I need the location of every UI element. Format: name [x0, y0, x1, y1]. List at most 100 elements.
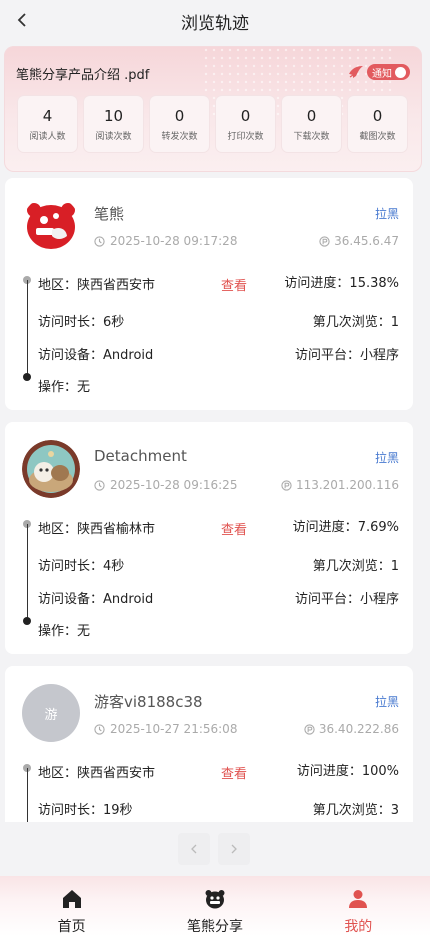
device-row: 访问设备：Android	[38, 588, 153, 607]
action-row: 操作：无	[38, 376, 90, 395]
tab-home[interactable]: 首页	[0, 876, 143, 936]
timeline-line	[27, 768, 28, 822]
duration-row: 访问时长：6秒	[38, 311, 124, 330]
stat-value: 4	[42, 107, 53, 125]
block-button[interactable]: 拉黑	[375, 693, 399, 710]
document-summary-card: 笔熊分享产品介绍 .pdf 通知 4 阅读人数 10 阅读次数 0 转发次数 0 打印次…	[4, 46, 422, 172]
tab-mine[interactable]: 我的	[287, 876, 430, 936]
avatar	[22, 440, 80, 498]
next-page-button[interactable]	[218, 833, 250, 865]
action-row: 操作：无	[38, 620, 90, 639]
stat-value: 0	[372, 107, 383, 125]
region-value: 陕西省西安市	[77, 278, 156, 293]
tab-label: 我的	[344, 919, 373, 935]
stat-value: 10	[103, 107, 124, 125]
stat-screenshots: 0 截图次数	[348, 96, 407, 152]
duration-label: 访问时长：	[38, 803, 104, 818]
stat-label: 截图次数	[359, 132, 396, 142]
progress-row: 访问进度：7.69%	[293, 516, 399, 535]
view-button[interactable]: 查看	[221, 275, 247, 294]
region-value: 陕西省西安市	[77, 766, 156, 781]
device-label: 访问设备：	[38, 348, 104, 363]
stat-value: 0	[174, 107, 185, 125]
stat-readers: 4 阅读人数	[18, 96, 77, 152]
stat-label: 打印次数	[227, 132, 264, 142]
region-row: 地区：陕西省西安市	[38, 762, 155, 781]
platform-value: 小程序	[359, 348, 399, 363]
tab-label: 笔熊分享	[186, 919, 243, 935]
visit-ip-text: 36.40.222.86	[318, 722, 399, 736]
visit-card: 游 游客vi8188c38 拉黑 2025-10-27 21:56:08 36.…	[5, 666, 413, 822]
visit-ip-text: 36.45.6.47	[334, 234, 399, 248]
ip-icon	[304, 723, 315, 735]
timeline-line	[27, 524, 28, 621]
progress-value: 15.38%	[349, 276, 399, 291]
visit-no-row: 第几次浏览：1	[313, 555, 399, 574]
platform-row: 访问平台：小程序	[295, 344, 399, 363]
region-label: 地区：	[38, 522, 78, 537]
clock-icon	[94, 723, 105, 735]
duration-value: 6秒	[103, 315, 125, 330]
platform-value: 小程序	[359, 592, 399, 607]
device-row: 访问设备：Android	[38, 344, 153, 363]
file-name: 笔熊分享产品介绍 .pdf	[16, 68, 150, 83]
duration-row: 访问时长：4秒	[38, 555, 124, 574]
visitor-name: 游客vi8188c38	[94, 693, 203, 711]
visit-ip: 36.45.6.47	[319, 234, 399, 248]
block-button[interactable]: 拉黑	[375, 449, 399, 466]
prev-page-button[interactable]	[178, 833, 210, 865]
duration-label: 访问时长：	[38, 559, 104, 574]
visitor-name: Detachment	[94, 447, 187, 465]
stat-downloads: 0 下载次数	[282, 96, 341, 152]
back-button[interactable]	[10, 8, 34, 32]
visit-card: Detachment 拉黑 2025-10-28 09:16:25 113.20…	[5, 422, 413, 654]
stats-row: 4 阅读人数 10 阅读次数 0 转发次数 0 打印次数 0 下载次数 0 截图次数	[18, 96, 407, 152]
view-button[interactable]: 查看	[221, 763, 247, 782]
stat-label: 阅读人数	[29, 132, 66, 142]
home-icon	[62, 890, 81, 908]
visit-no-row: 第几次浏览：1	[313, 311, 399, 330]
region-row: 地区：陕西省榆林市	[38, 518, 155, 537]
region-label: 地区：	[38, 766, 78, 781]
stat-forwards: 0 转发次数	[150, 96, 209, 152]
progress-value: 7.69%	[357, 520, 399, 535]
action-value: 无	[77, 380, 91, 395]
visit-no-label: 第几次浏览：	[312, 315, 391, 330]
block-button[interactable]: 拉黑	[375, 205, 399, 222]
action-value: 无	[77, 624, 91, 639]
progress-label: 访问进度：	[296, 764, 362, 779]
visit-ip: 36.40.222.86	[304, 722, 399, 736]
tab-share[interactable]: 笔熊分享	[143, 876, 286, 936]
timeline-dot-end	[23, 373, 31, 381]
visitor-name: 笔熊	[94, 205, 125, 223]
visit-no-value: 3	[390, 803, 399, 818]
ip-icon	[281, 479, 292, 491]
progress-value: 100%	[361, 764, 399, 779]
view-button[interactable]: 查看	[221, 519, 247, 538]
region-row: 地区：陕西省西安市	[38, 274, 155, 293]
avatar	[22, 196, 80, 254]
duration-row: 访问时长：19秒	[38, 799, 133, 818]
stat-label: 下载次数	[293, 132, 330, 142]
chevron-left-icon	[191, 844, 197, 854]
visit-time-text: 2025-10-27 21:56:08	[110, 722, 238, 736]
avatar: 游	[22, 684, 80, 742]
platform-label: 访问平台：	[294, 348, 360, 363]
duration-value: 4秒	[103, 559, 125, 574]
progress-label: 访问进度：	[284, 276, 350, 291]
platform-row: 访问平台：小程序	[295, 588, 399, 607]
action-label: 操作：	[38, 624, 78, 639]
notify-toggle[interactable]: 通知	[347, 64, 410, 80]
progress-label: 访问进度：	[292, 520, 358, 535]
duration-label: 访问时长：	[38, 315, 104, 330]
duration-value: 19秒	[103, 803, 133, 818]
bird-icon	[349, 66, 363, 78]
visit-time: 2025-10-27 21:56:08	[94, 722, 237, 736]
visit-time-text: 2025-10-28 09:17:28	[110, 234, 238, 248]
visit-list[interactable]: 笔熊 拉黑 2025-10-28 09:17:28 36.45.6.47 地区：…	[5, 178, 413, 822]
region-label: 地区：	[38, 278, 78, 293]
chevron-right-icon	[231, 844, 237, 854]
progress-row: 访问进度：100%	[297, 760, 399, 779]
notify-switch[interactable]: 通知	[367, 64, 410, 80]
stat-label: 转发次数	[161, 132, 198, 142]
